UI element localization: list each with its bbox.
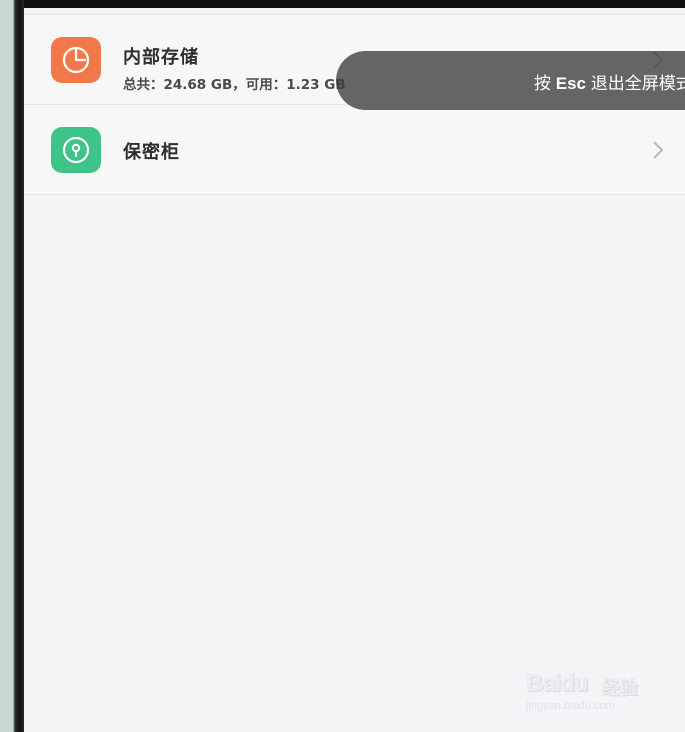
watermark-brand-text: Bai [526,670,561,697]
storage-pie-icon [51,37,101,83]
chevron-right-icon [647,139,669,161]
watermark-brand-suffix: du [560,670,588,697]
baidu-watermark: Baidu 经验 jingyan.baidu.com [526,660,656,720]
internal-storage-usage: 总共：24.68 GB，可用：1.23 GB [123,77,346,93]
list-item-safe[interactable]: 保密柜 [24,105,685,195]
toast-suffix: 退出全屏模式 [590,74,685,93]
safe-title: 保密柜 [123,142,180,163]
internal-storage-title: 内部存储 [123,47,199,68]
top-bezel [0,0,685,8]
fullscreen-exit-toast: 按 Esc 退出全屏模式 [336,51,685,110]
watermark-word: 经验 [602,678,638,699]
phone-screen: 内部存储 总共：24.68 GB，可用：1.23 GB 保密柜 [24,8,685,732]
toast-key: Esc [555,74,586,93]
watermark-url: jingyan.baidu.com [526,700,615,712]
toast-message: 按 Esc 退出全屏模式 [534,69,685,94]
toast-prefix: 按 [534,74,551,93]
watermark-brand: Baidu [526,670,589,698]
left-bezel [0,0,24,732]
safe-lock-icon [51,127,101,173]
